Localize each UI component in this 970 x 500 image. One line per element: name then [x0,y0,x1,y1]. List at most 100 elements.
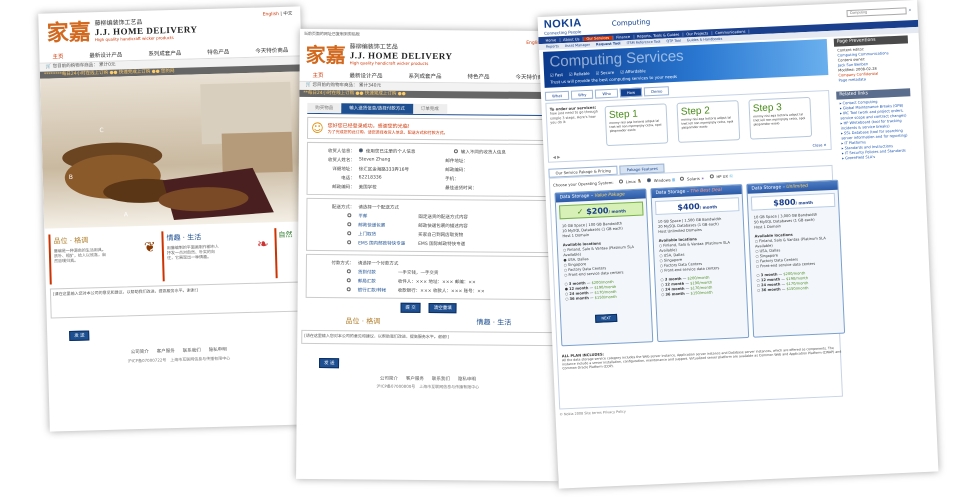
howto-tab-what[interactable]: What [544,90,570,101]
howto-tab-who[interactable]: Who [595,88,619,99]
step-1-card[interactable]: Step 1 nonmy nisi aqa loctoris adiput lal… [604,103,669,147]
address-option-new[interactable]: 输入不同的收货人信息 [453,148,549,156]
close-link[interactable]: Close ✕ [813,143,827,148]
os-solaris[interactable]: Solaris ☀ [679,175,705,181]
footer-about-link[interactable]: 公司简介 [131,349,149,356]
feedback-textarea[interactable]: [请在这里输入您对本公司的意见和建议，以帮助我们改进，提高服务水平。谢谢!] [301,329,556,347]
send-button[interactable]: 发 送 [319,358,340,369]
field-value[interactable]: 美国学校 [359,184,446,191]
main-column: Computing Services ☑ Fast ☑ Reliable ☑ S… [539,37,847,419]
cart-icon[interactable]: 🛒 [46,64,52,69]
send-button[interactable]: 发 送 [69,330,90,341]
ship-option[interactable]: EMS 国内邮政特快专递 EMS 国际邮政特快专递 [310,238,548,249]
radio-icon[interactable] [346,286,351,291]
field-value[interactable]: 62218336 [359,175,446,181]
card-taste[interactable]: 品位 · 格调 藤编是一种源自的生活用具。质朴、粗犷，给人以欣喜，自然返璞归真。… [48,231,159,285]
os-windows[interactable]: Windows ⊞ [646,176,675,183]
radio-icon[interactable] [347,239,352,244]
price-value: $800 [773,197,796,208]
radio-icon[interactable] [347,230,352,235]
card-taste-title[interactable]: 品位 · 格调 [346,316,381,326]
card-lifestyle-title[interactable]: 情趣 · 生活 [477,317,512,327]
footer-contact-link[interactable]: 联系我们 [183,347,201,354]
radio-icon[interactable] [347,212,352,217]
os-option-label: Windows [653,176,671,183]
card-text: 藤编是一种源自的生活用具。质朴、粗犷，给人以欣喜，自然返璞归真。 [53,246,107,264]
footer-about-link[interactable]: 公司简介 [380,376,398,382]
field-value[interactable]: Steven Zhang [359,157,446,163]
step-2-card[interactable]: Step 2 nonmy nisi aqa loctoris adiput lal… [676,100,741,143]
nav-series[interactable]: 系列成套产品 [148,48,181,57]
nav-new-designs[interactable]: 最新设计产品 [350,71,383,79]
os-hpux[interactable]: HP UX ⓗ [709,173,733,180]
step-complete[interactable]: 订单完成 [412,103,447,115]
next-button[interactable]: NEXT [595,313,618,323]
search-icon[interactable]: ⌕ [909,7,912,13]
address-option-registered[interactable]: 使用您已注册的个人信息 [358,147,454,155]
lang-chinese-link[interactable]: 中文 [283,12,292,17]
footer-contact-link[interactable]: 联系我们 [432,376,450,382]
footer-service-link[interactable]: 客户服务 [406,376,424,382]
radio-icon[interactable] [709,174,714,179]
check-label: Secure [600,69,615,76]
plan-value[interactable]: Data Storage – Value Pakage ✓ $200/ mont… [554,188,654,347]
duration-price: $150/month [786,286,809,292]
footer-service-link[interactable]: 客户服务 [157,348,175,355]
ship-option-desc: 邮政快递包裹的描述内容 [418,223,468,229]
cart-icon[interactable]: 🛒 [305,83,311,88]
plan-durations: ○ 3 month — $200/month ● 12 month — $190… [559,276,650,304]
radio-icon[interactable] [646,177,651,182]
card-lifestyle[interactable]: 情趣 · 生活 用藤编制的平面画制作都市人抒发一点对自然、朴实的向往，它展现出一… [161,228,272,282]
howto-tab-demo[interactable]: Demo [643,86,670,97]
submit-button[interactable]: 提 交 [400,302,421,313]
howto-tab-how[interactable]: How [619,87,643,98]
radio-icon[interactable] [358,147,363,152]
plan-price: $400/ month [654,197,740,215]
footer-privacy-link[interactable]: 隐私申明 [458,376,476,382]
lang-english-link[interactable]: English [263,12,279,17]
radio-icon[interactable] [346,268,351,273]
tab-our-services[interactable]: Our Services [583,35,614,41]
step-text: nonmy nisi aqa loctoris adiput lal tnet … [753,112,806,127]
nav-home[interactable]: 主页 [313,70,324,78]
tab-our-projects[interactable]: Our Projects [683,30,713,37]
search-input[interactable] [846,6,907,17]
tab-home[interactable]: Home [542,37,561,43]
duration-term: 3 month [664,276,682,282]
step-shipping[interactable]: 输入送货信息/选择付款方式 [341,103,413,114]
radio-icon[interactable] [453,148,458,153]
nokia-logo-block[interactable]: NOKIA Connecting People [544,17,583,36]
ship-option-name: 上门取货 [358,231,377,238]
howto-tab-why[interactable]: Why [570,89,594,100]
nav-home[interactable]: 主页 [52,52,63,60]
footer-privacy-link[interactable]: 隐私申明 [209,347,227,354]
field-value[interactable]: 徐汇区金海路333弄16号 [359,166,446,173]
radio-icon[interactable] [346,277,351,282]
price-unit: / month [608,208,627,215]
plan-unlimited[interactable]: Data Storage – Unlimited $800/ month 10 … [746,179,846,338]
reset-button[interactable]: 清空重填 [428,303,457,314]
checkout-page-mockup: 当前页面的网址已复制到剪贴板 家嘉 藤柳编装饰工艺品 J.J. HOME DEL… [296,28,562,482]
step-3-card[interactable]: Step 3 nonmy nisi aqa loctoris adiput lal… [748,96,813,140]
radio-icon[interactable] [347,221,352,226]
logo-chinese[interactable]: 家嘉 [46,14,91,47]
form-actions: 提 交 清空重填 [297,302,559,314]
nav-series[interactable]: 系列成套产品 [409,71,442,79]
feedback-textarea[interactable]: [请在这里输入您对本公司的意见和建议，以帮助我们改进，提高服务水平。谢谢!] [49,281,305,319]
step-cart[interactable]: 购买物品 [307,102,342,114]
os-linux[interactable]: Linux 🐧 [618,178,642,184]
logo-chinese[interactable]: 家嘉 [306,38,346,67]
nav-specials[interactable]: 今天特价商品 [255,45,288,54]
nav-featured[interactable]: 特色产品 [468,72,490,80]
tab-finance[interactable]: Finance [613,34,635,40]
radio-icon[interactable] [679,176,685,181]
nav-new-designs[interactable]: 最新设计产品 [89,50,122,59]
page-info: Content editor: Computing Communications… [834,43,910,85]
tab-about-us[interactable]: About Us [560,36,584,42]
field-label: 电话： [341,175,355,181]
carousel-arrows[interactable]: ◀ ▶ [553,154,561,159]
pay-option[interactable]: 银行汇款/转帐 收款银行：××× 收款人：××× 账号：×× [310,285,548,296]
nav-featured[interactable]: 特色产品 [207,47,229,56]
plan-best-deal[interactable]: Data Storage – The Best Deal $400/ month… [650,184,750,343]
radio-icon[interactable] [618,178,623,184]
